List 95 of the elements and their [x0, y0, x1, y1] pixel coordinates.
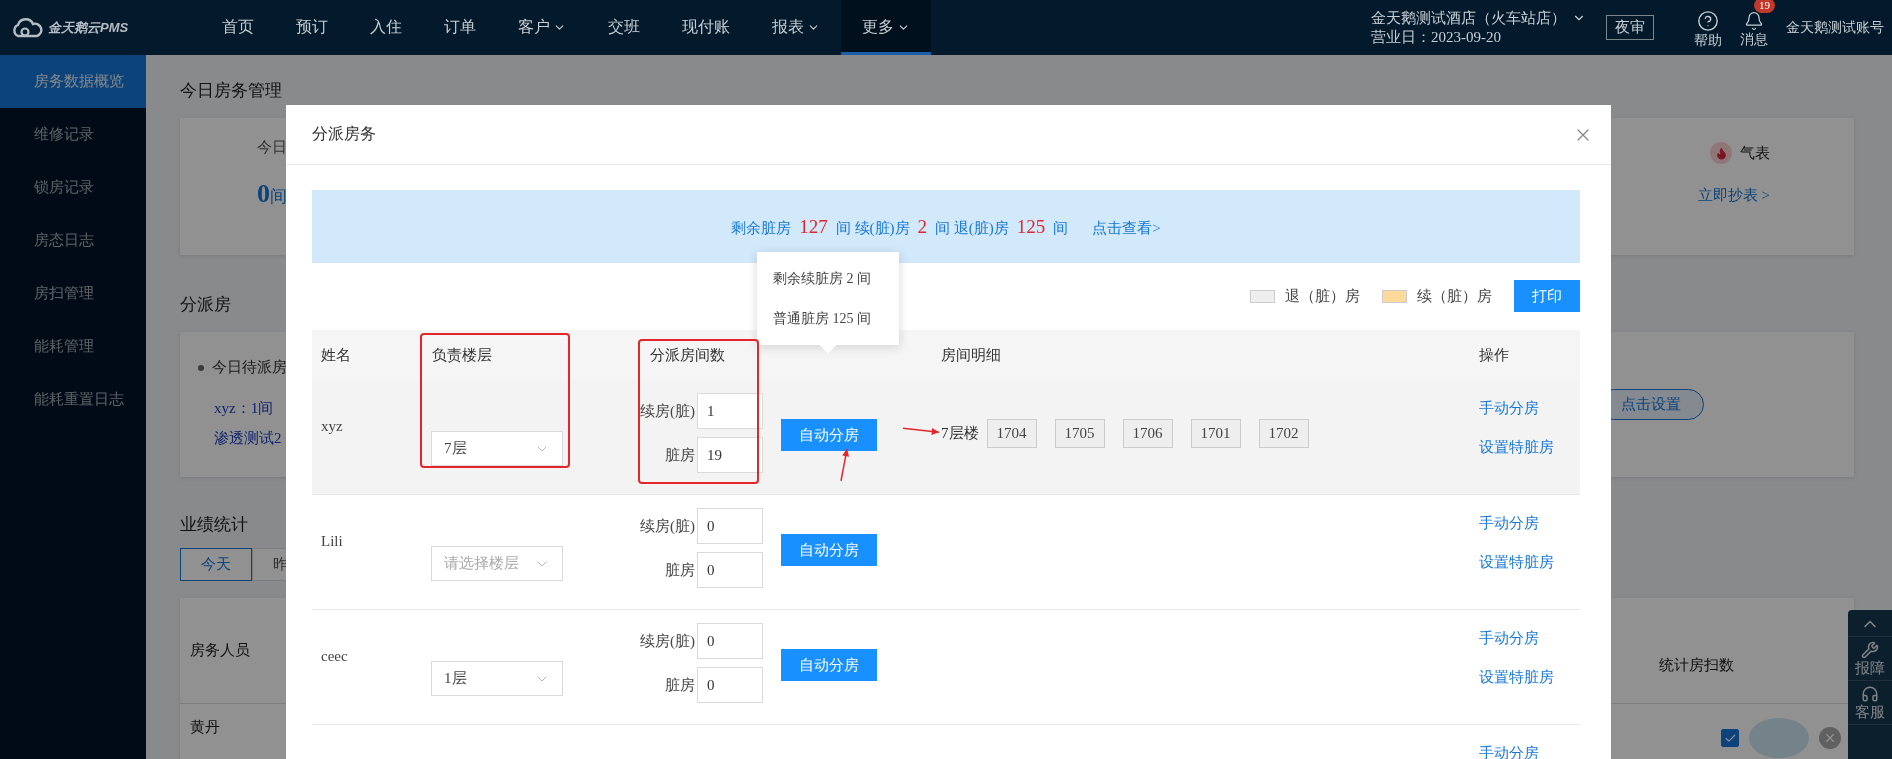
- column-header: 姓名: [320, 345, 352, 365]
- sidebar-item[interactable]: 房扫管理: [0, 267, 146, 320]
- room-chip[interactable]: 1704: [986, 419, 1037, 448]
- wrench-icon: [1861, 641, 1879, 659]
- bell-icon[interactable]: [1744, 10, 1764, 31]
- night-audit-button[interactable]: 夜审: [1606, 15, 1654, 40]
- staff-name: ceec: [321, 648, 349, 665]
- flame-icon: [1710, 142, 1732, 164]
- column-header: 分派房间数: [649, 345, 726, 365]
- table-cell-text: 黄丹: [190, 718, 220, 737]
- staff-name: xyz: [321, 418, 344, 435]
- count-label: 续房(脏): [640, 516, 695, 536]
- column-header: 房间明细: [940, 345, 1002, 365]
- help-icon[interactable]: [1697, 9, 1719, 32]
- stat-label: 今日: [257, 138, 287, 157]
- floor-select[interactable]: 7层: [431, 431, 563, 466]
- bullet-icon: [198, 364, 204, 371]
- sidebar-item[interactable]: 房态日志: [0, 214, 146, 267]
- dialog-title: 分派房务: [312, 124, 376, 144]
- nav-item[interactable]: 报表: [751, 0, 841, 55]
- stat-value: 0间: [257, 179, 287, 209]
- action-link[interactable]: 手动分房: [1479, 514, 1580, 533]
- legend-label: 退（脏）房: [1285, 286, 1360, 306]
- staff-link[interactable]: 渗透测试2: [198, 423, 287, 453]
- print-button[interactable]: 打印: [1514, 280, 1580, 312]
- action-link[interactable]: 设置特脏房: [1479, 438, 1580, 457]
- read-meter-link[interactable]: 立即抄表 >: [1697, 186, 1770, 205]
- logo-text: 金天鹅云PMS: [48, 18, 129, 37]
- room-chip[interactable]: 1706: [1122, 419, 1173, 448]
- summary-text[interactable]: 剩余脏房 127 间 续(脏)房 2 间 退(脏)房 125 间 点击查看>: [731, 215, 1161, 238]
- toolbar-label[interactable]: 报障: [1855, 659, 1885, 678]
- checkbox[interactable]: [1721, 729, 1739, 747]
- auto-assign-button[interactable]: 自动分房: [781, 534, 877, 566]
- tooltip-line: 剩余续脏房 2 间: [773, 269, 872, 288]
- arrow-annotation: [840, 448, 850, 482]
- column-header: 房务人员: [190, 641, 250, 660]
- nav-item[interactable]: 更多: [841, 0, 931, 55]
- sidebar-item[interactable]: 房务数据概览: [0, 55, 146, 108]
- cloud-logo-icon: [10, 17, 44, 38]
- nav-item[interactable]: 首页: [201, 0, 275, 55]
- nav-item[interactable]: 交班: [587, 0, 661, 55]
- staff-name: Lili: [321, 533, 344, 550]
- section-title: 分派房: [180, 294, 231, 316]
- sidebar-item[interactable]: 维修记录: [0, 108, 146, 161]
- auto-assign-button[interactable]: 自动分房: [781, 419, 877, 451]
- column-header: 统计房扫数: [1659, 656, 1734, 675]
- message-count-badge: 19: [1754, 0, 1775, 13]
- count-input[interactable]: 0: [697, 508, 763, 544]
- nav-item[interactable]: 现付账: [661, 0, 751, 55]
- column-header: 操作: [1478, 345, 1510, 365]
- sidebar-item[interactable]: 能耗管理: [0, 320, 146, 373]
- headset-icon: [1861, 685, 1879, 703]
- auto-assign-button[interactable]: 自动分房: [781, 649, 877, 681]
- section-title: 业绩统计: [180, 514, 248, 536]
- column-header: 负责楼层: [431, 345, 493, 365]
- sidebar-item[interactable]: 锁房记录: [0, 161, 146, 214]
- messages-label[interactable]: 消息: [1740, 30, 1768, 49]
- count-input[interactable]: 0: [697, 552, 763, 588]
- count-label: 脏房: [665, 445, 695, 465]
- count-label: 续房(脏): [640, 401, 695, 421]
- count-label: 脏房: [665, 675, 695, 695]
- count-label: 脏房: [665, 560, 695, 580]
- help-label[interactable]: 帮助: [1694, 31, 1722, 50]
- nav-item[interactable]: 订单: [423, 0, 497, 55]
- sidebar-item[interactable]: 能耗重置日志: [0, 373, 146, 426]
- floor-label: 7层楼: [941, 424, 979, 443]
- toolbar-label[interactable]: 客服: [1855, 703, 1885, 722]
- action-link[interactable]: 设置特脏房: [1479, 553, 1580, 572]
- floor-select[interactable]: 1层: [431, 661, 563, 696]
- tooltip-line: 普通脏房 125 间: [773, 309, 872, 328]
- floor-select[interactable]: 请选择楼层: [431, 546, 563, 581]
- nav-item[interactable]: 客户: [497, 0, 587, 55]
- legend-label: 续（脏）房: [1417, 286, 1492, 306]
- hotel-name[interactable]: 金天鹅测试酒店（火车站店）: [1371, 8, 1566, 28]
- action-link[interactable]: 设置特脏房: [1479, 668, 1580, 687]
- count-input[interactable]: 1: [697, 393, 763, 429]
- meter-label: 气表: [1740, 143, 1770, 163]
- count-input[interactable]: 19: [697, 437, 763, 473]
- period-tab[interactable]: 今天: [180, 548, 252, 581]
- action-link[interactable]: 手动分房: [1479, 399, 1580, 418]
- section-title: 今日房务管理: [180, 80, 282, 102]
- account-name[interactable]: 金天鹅测试账号: [1786, 18, 1892, 37]
- nav-item[interactable]: 入住: [349, 0, 423, 55]
- count-input[interactable]: 0: [697, 623, 763, 659]
- room-chip[interactable]: 1702: [1258, 419, 1309, 448]
- action-link[interactable]: 手动分房: [1479, 629, 1580, 648]
- nav-item[interactable]: 预订: [275, 0, 349, 55]
- pending-label: 今日待派房: [212, 358, 287, 377]
- count-input[interactable]: 0: [697, 667, 763, 703]
- business-day: 营业日：2023-09-20: [1371, 27, 1586, 47]
- arrow-annotation: [902, 427, 940, 435]
- count-label: 续房(脏): [640, 631, 695, 651]
- room-chip[interactable]: 1701: [1190, 419, 1241, 448]
- room-chip[interactable]: 1705: [1054, 419, 1105, 448]
- staff-link[interactable]: xyz：1间: [198, 393, 287, 423]
